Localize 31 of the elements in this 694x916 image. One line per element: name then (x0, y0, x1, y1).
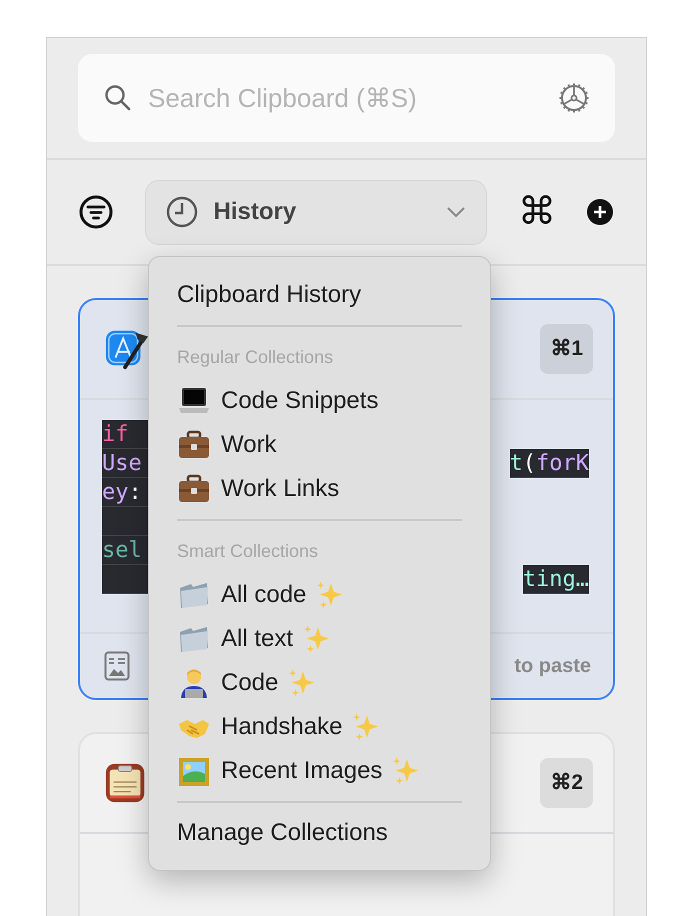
menu-item[interactable]: Work (177, 423, 462, 467)
menu-item[interactable]: Code (177, 661, 462, 705)
briefcase-icon (177, 474, 211, 504)
search-field[interactable]: Search Clipboard (⌘S) (148, 78, 543, 118)
paste-hint: to paste (514, 654, 591, 679)
menu-item[interactable]: All text (177, 617, 462, 661)
chevron-icon (446, 206, 466, 218)
search-bar[interactable]: Search Clipboard (⌘S) (78, 54, 615, 142)
menu-item[interactable]: Code Snippets (177, 379, 462, 423)
laptop-icon (177, 386, 211, 416)
framed-picture-icon (177, 756, 211, 786)
collection-dropdown[interactable]: History (144, 180, 486, 244)
menu-section-header: Smart Collections (177, 540, 320, 562)
menu-item[interactable]: Clipboard History (177, 273, 462, 317)
briefcase-icon (177, 430, 211, 460)
folder-icon (177, 624, 211, 654)
clock-icon (166, 196, 198, 228)
filter-icon[interactable] (79, 195, 113, 229)
menu-section-header: Regular Collections (177, 346, 334, 369)
folder-icon (177, 580, 211, 610)
shortcut-badge: ⌘2 (540, 758, 593, 808)
menu-item[interactable]: Manage Collections (177, 811, 462, 855)
settings-icon[interactable] (559, 83, 589, 113)
menu-item[interactable]: Work Links (177, 467, 462, 511)
text-and-image-icon (104, 651, 130, 681)
menu-item[interactable]: All code (177, 573, 462, 617)
command-key-button[interactable]: ⌘ (518, 193, 556, 231)
shortcut-badge: ⌘1 (540, 324, 593, 374)
menu-item[interactable]: Recent Images (177, 749, 462, 793)
add-icon[interactable] (586, 198, 614, 226)
search-icon (104, 84, 132, 112)
